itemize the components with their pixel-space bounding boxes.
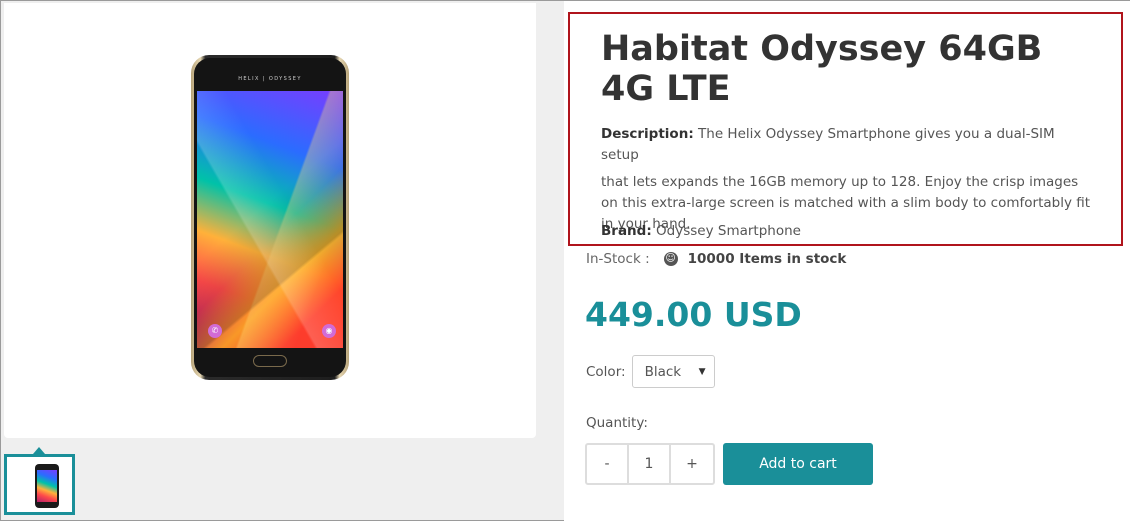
quantity-input[interactable]: 1 <box>629 445 671 483</box>
chevron-down-icon: ▼ <box>698 366 706 377</box>
stock-label: In-Stock : <box>586 251 650 267</box>
phone-brand-text: HELIX | ODYSSEY <box>238 76 302 82</box>
thumbnail-phone-image <box>35 464 59 508</box>
quantity-stepper: - 1 + <box>585 443 715 485</box>
add-to-cart-button[interactable]: Add to cart <box>723 443 873 485</box>
quantity-decrease-button[interactable]: - <box>587 445 629 483</box>
phone-home-button <box>253 355 287 367</box>
product-main-image[interactable]: HELIX | ODYSSEY ✆ ◉ <box>191 55 349 380</box>
brand-label: Brand: <box>601 223 652 239</box>
stock-count: 10000 Items in stock <box>687 251 847 267</box>
phone-screen: ✆ ◉ <box>197 91 343 348</box>
product-description: Description: The Helix Odyssey Smartphon… <box>601 124 1091 235</box>
description-first-line: Description: The Helix Odyssey Smartphon… <box>601 124 1091 166</box>
color-select-value: Black <box>644 363 682 380</box>
product-price: 449.00 USD <box>585 295 802 334</box>
quantity-increase-button[interactable]: + <box>671 445 713 483</box>
product-title: Habitat Odyssey 64GB 4G LTE <box>601 29 1043 109</box>
stock-status: In-Stock : ☺ 10000 Items in stock <box>586 251 846 267</box>
product-brand: Brand: Odyssey Smartphone <box>601 223 801 239</box>
phone-icon: ✆ <box>208 324 222 338</box>
smile-icon: ☺ <box>663 252 678 266</box>
description-label: Description: <box>601 126 694 142</box>
thumbnail-pointer <box>33 447 45 454</box>
quantity-label: Quantity: <box>586 415 648 431</box>
color-select[interactable]: Black ▼ <box>631 355 715 388</box>
color-option: Color: Black ▼ <box>586 355 715 388</box>
product-image-panel: HELIX | ODYSSEY ✆ ◉ <box>4 3 536 438</box>
color-label: Color: <box>586 363 626 380</box>
phone-body: HELIX | ODYSSEY ✆ ◉ <box>194 58 346 377</box>
product-thumbnail[interactable] <box>4 454 75 515</box>
brand-value: Odyssey Smartphone <box>656 223 801 239</box>
camera-icon: ◉ <box>322 324 336 338</box>
